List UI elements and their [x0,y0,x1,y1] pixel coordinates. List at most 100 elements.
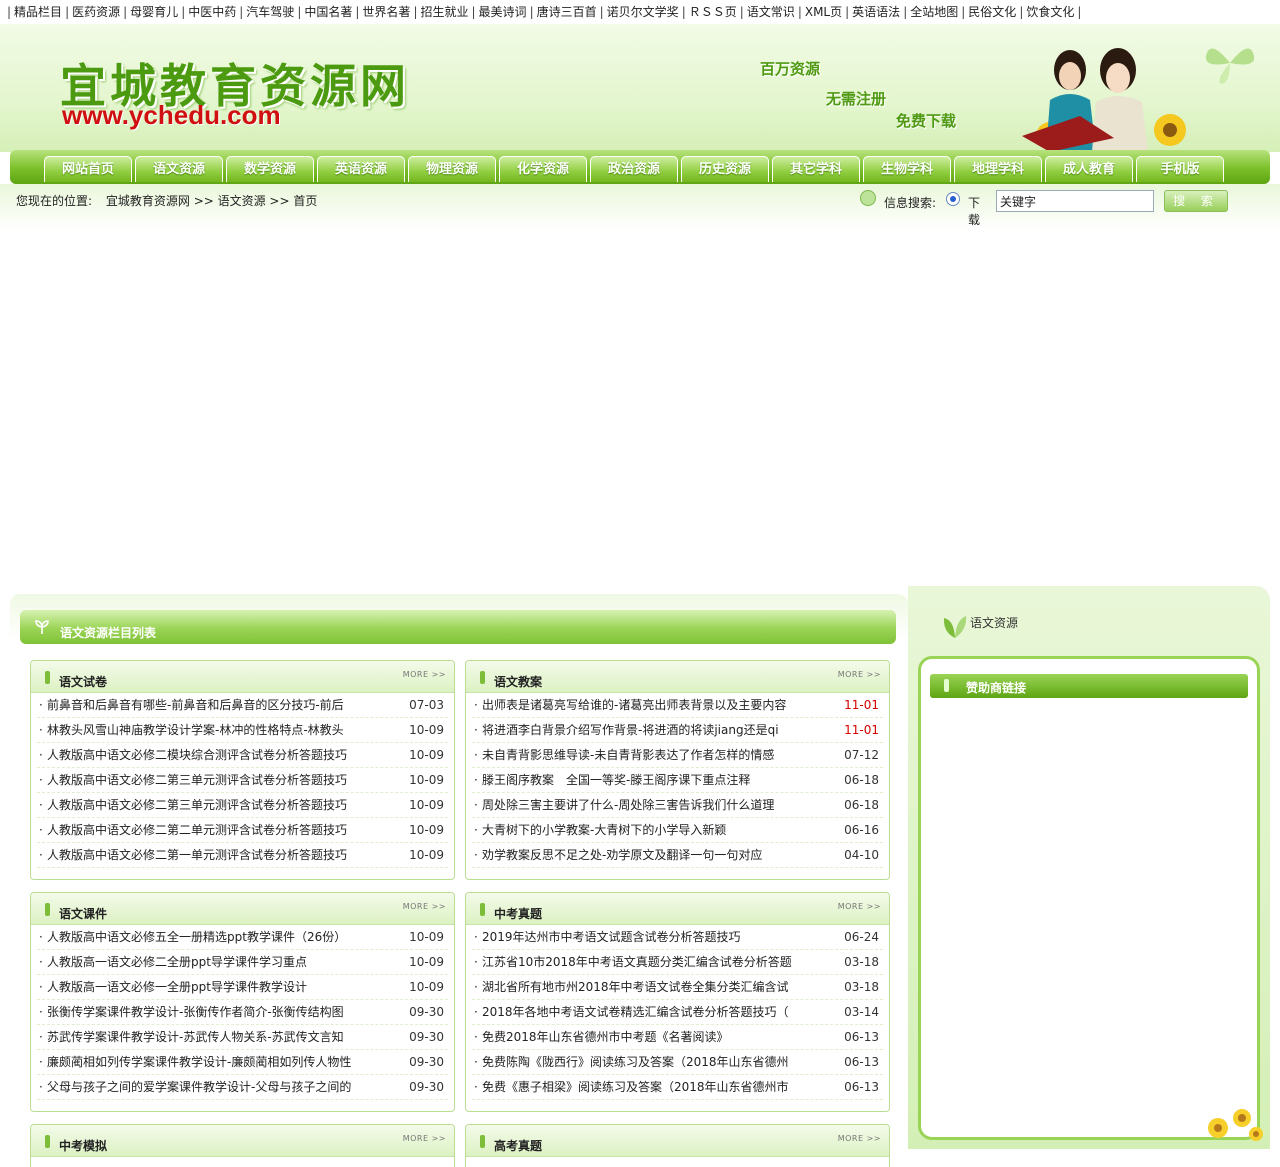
nav-item-8[interactable]: 其它学科 [772,156,860,182]
more-link[interactable]: MORE >> [403,670,446,679]
nav-item-7[interactable]: 历史资源 [681,156,769,182]
list-item[interactable]: · 廉颇蔺相如列传学案课件教学设计-廉颇蔺相如列传人物性 09-30 [37,1050,448,1075]
list-item-link[interactable]: 出师表是诸葛亮写给谁的-诸葛亮出师表背景以及主要内容 [474,693,809,717]
list-item-link[interactable]: 人教版高中语文必修五全一册精选ppt教学课件（26份） [39,925,374,949]
nav-item-2[interactable]: 数学资源 [226,156,314,182]
more-link[interactable]: MORE >> [838,902,881,911]
list-box-title[interactable]: 高考真题 [494,1137,542,1154]
nav-item-1[interactable]: 语文资源 [135,156,223,182]
list-item-link[interactable]: 林教头风雪山神庙教学设计学案-林冲的性格特点-林教头 [39,718,374,742]
list-item[interactable]: · 人教版高一语文必修二全册ppt导学课件学习重点 10-09 [37,950,448,975]
breadcrumb-path[interactable]: 宜城教育资源网 >> 语文资源 >> 首页 [106,194,317,208]
nav-item-0[interactable]: 网站首页 [44,156,132,182]
list-item-link[interactable]: 人教版高一语文必修一全册ppt导学课件教学设计 [39,975,374,999]
list-item[interactable]: · 林教头风雪山神庙教学设计学案-林冲的性格特点-林教头 10-09 [37,718,448,743]
nav-item-3[interactable]: 英语资源 [317,156,405,182]
list-item[interactable]: · 2019年达州市中考语文试题含试卷分析答题技巧 06-24 [472,925,883,950]
nav-item-9[interactable]: 生物学科 [863,156,951,182]
list-item[interactable]: · 江苏省10市2018年中考语文真题分类汇编含试卷分析答题 03-18 [472,950,883,975]
list-item[interactable]: · 苏武传学案课件教学设计-苏武传人物关系-苏武传文言知 09-30 [37,1025,448,1050]
list-item-link[interactable]: 将进酒李白背景介绍写作背景-将进酒的将读jiang还是qi [474,718,809,742]
list-item[interactable]: · 张衡传学案课件教学设计-张衡传作者简介-张衡传结构图 09-30 [37,1000,448,1025]
list-item-link[interactable]: 免费陈陶《陇西行》阅读练习及答案（2018年山东省德州 [474,1050,809,1074]
top-link-2[interactable]: 母婴育儿 [130,5,178,19]
more-link[interactable]: MORE >> [838,670,881,679]
list-item[interactable]: · 人教版高中语文必修二第三单元测评含试卷分析答题技巧 10-09 [37,793,448,818]
top-link-9[interactable]: 唐诗三百首 [537,5,597,19]
list-item-link[interactable]: 人教版高中语文必修二第三单元测评含试卷分析答题技巧 [39,793,374,817]
list-item[interactable]: · 免费陈陶《陇西行》阅读练习及答案（2018年山东省德州 06-13 [472,1050,883,1075]
list-item-link[interactable]: 免费《惠子相梁》阅读练习及答案（2018年山东省德州市 [474,1075,809,1099]
list-box-title[interactable]: 语文试卷 [59,673,107,690]
top-link-14[interactable]: 英语语法 [852,5,900,19]
top-link-3[interactable]: 中医中药 [188,5,236,19]
list-item-link[interactable]: 廉颇蔺相如列传学案课件教学设计-廉颇蔺相如列传人物性 [39,1050,374,1074]
top-link-16[interactable]: 民俗文化 [968,5,1016,19]
list-item-link[interactable]: 江苏省10市2018年中考语文真题分类汇编含试卷分析答题 [474,950,809,974]
list-item-link[interactable]: 2018年各地中考语文试卷精选汇编含试卷分析答题技巧（ [474,1000,809,1024]
list-item-link[interactable]: 父母与孩子之间的爱学案课件教学设计-父母与孩子之间的 [39,1075,374,1099]
top-link-5[interactable]: 中国名著 [304,5,352,19]
more-link[interactable]: MORE >> [403,902,446,911]
list-item-link[interactable]: 大青树下的小学教案-大青树下的小学导入新颖 [474,818,809,842]
list-item[interactable]: · 免费《惠子相梁》阅读练习及答案（2018年山东省德州市 06-13 [472,1075,883,1100]
list-item-link[interactable]: 人教版高中语文必修二第二单元测评含试卷分析答题技巧 [39,818,374,842]
nav-item-11[interactable]: 成人教育 [1045,156,1133,182]
list-item[interactable]: · 未自青背影思维导读-未自青背影表达了作者怎样的情感 07-12 [472,743,883,768]
list-item[interactable]: · 2018年各地中考语文试卷精选汇编含试卷分析答题技巧（ 03-14 [472,1000,883,1025]
list-item[interactable]: · 人教版高中语文必修二第一单元测评含试卷分析答题技巧 10-09 [37,843,448,868]
nav-item-12[interactable]: 手机版 [1136,156,1224,182]
list-item[interactable]: · 周处除三害主要讲了什么-周处除三害告诉我们什么道理 06-18 [472,793,883,818]
list-item-link[interactable]: 人教版高中语文必修二第一单元测评含试卷分析答题技巧 [39,843,374,867]
list-item-link[interactable]: 人教版高中语文必修二第三单元测评含试卷分析答题技巧 [39,768,374,792]
top-link-0[interactable]: 精品栏目 [14,5,62,19]
list-item-link[interactable]: 周处除三害主要讲了什么-周处除三害告诉我们什么道理 [474,793,809,817]
list-item-link[interactable]: 张衡传学案课件教学设计-张衡传作者简介-张衡传结构图 [39,1000,374,1024]
more-link[interactable]: MORE >> [838,1134,881,1143]
list-item[interactable]: · 人教版高中语文必修二第三单元测评含试卷分析答题技巧 10-09 [37,768,448,793]
top-link-8[interactable]: 最美诗词 [479,5,527,19]
nav-item-4[interactable]: 物理资源 [408,156,496,182]
download-radio[interactable] [946,192,960,206]
nav-item-5[interactable]: 化学资源 [499,156,587,182]
top-link-12[interactable]: 语文常识 [747,5,795,19]
site-url[interactable]: www.ychedu.com [62,100,281,131]
list-item[interactable]: · 人教版高中语文必修五全一册精选ppt教学课件（26份） 10-09 [37,925,448,950]
list-item[interactable]: · 人教版高中语文必修二第二单元测评含试卷分析答题技巧 10-09 [37,818,448,843]
list-item[interactable]: · 大青树下的小学教案-大青树下的小学导入新颖 06-16 [472,818,883,843]
list-item-link[interactable]: 免费2018年山东省德州市中考题《名著阅读》 [474,1025,809,1049]
list-box-title[interactable]: 语文教案 [494,673,542,690]
top-link-11[interactable]: ＲＳＳ页 [689,5,737,19]
top-link-15[interactable]: 全站地图 [910,5,958,19]
nav-item-10[interactable]: 地理学科 [954,156,1042,182]
top-link-7[interactable]: 招生就业 [420,5,468,19]
list-item[interactable]: · 父母与孩子之间的爱学案课件教学设计-父母与孩子之间的 09-30 [37,1075,448,1100]
list-item[interactable]: · 前鼻音和后鼻音有哪些-前鼻音和后鼻音的区分技巧-前后 07-03 [37,693,448,718]
list-item[interactable]: · 人教版高中语文必修二模块综合测评含试卷分析答题技巧 10-09 [37,743,448,768]
list-item[interactable]: · 免费2018年山东省德州市中考题《名著阅读》 06-13 [472,1025,883,1050]
list-item-link[interactable]: 人教版高中语文必修二模块综合测评含试卷分析答题技巧 [39,743,374,767]
nav-item-6[interactable]: 政治资源 [590,156,678,182]
list-item-link[interactable]: 劝学教案反思不足之处-劝学原文及翻译一句一句对应 [474,843,809,867]
list-item[interactable]: · 滕王阁序教案 全国一等奖-滕王阁序课下重点注释 06-18 [472,768,883,793]
list-box-title[interactable]: 语文课件 [59,905,107,922]
search-input[interactable] [996,190,1154,212]
list-item-link[interactable]: 滕王阁序教案 全国一等奖-滕王阁序课下重点注释 [474,768,809,792]
more-link[interactable]: MORE >> [403,1134,446,1143]
list-item[interactable]: · 湖北省所有地市州2018年中考语文试卷全集分类汇编含试 03-18 [472,975,883,1000]
list-box-title[interactable]: 中考模拟 [59,1137,107,1154]
list-item[interactable]: · 人教版高一语文必修一全册ppt导学课件教学设计 10-09 [37,975,448,1000]
top-link-6[interactable]: 世界名著 [362,5,410,19]
top-link-4[interactable]: 汽车驾驶 [246,5,294,19]
top-link-10[interactable]: 诺贝尔文学奖 [607,5,679,19]
list-item-link[interactable]: 未自青背影思维导读-未自青背影表达了作者怎样的情感 [474,743,809,767]
top-link-13[interactable]: XML页 [805,5,842,19]
list-item-link[interactable]: 苏武传学案课件教学设计-苏武传人物关系-苏武传文言知 [39,1025,374,1049]
search-button[interactable]: 搜 索 [1164,190,1228,212]
top-link-17[interactable]: 饮食文化 [1026,5,1074,19]
list-item-link[interactable]: 前鼻音和后鼻音有哪些-前鼻音和后鼻音的区分技巧-前后 [39,693,374,717]
top-link-1[interactable]: 医药资源 [72,5,120,19]
list-item-link[interactable]: 人教版高一语文必修二全册ppt导学课件学习重点 [39,950,374,974]
list-item-link[interactable]: 湖北省所有地市州2018年中考语文试卷全集分类汇编含试 [474,975,809,999]
list-box-title[interactable]: 中考真题 [494,905,542,922]
